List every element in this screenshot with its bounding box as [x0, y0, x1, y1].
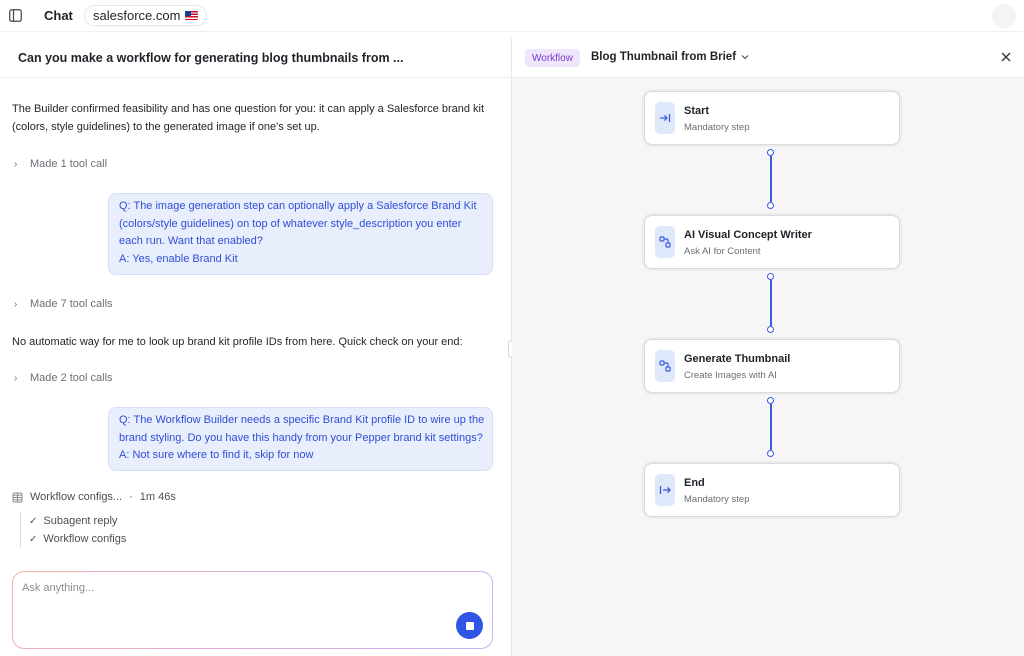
workflow-panel: Workflow Blog Thumbnail from Brief Start… [512, 38, 1024, 656]
node-connector [767, 397, 775, 457]
loading-spinner-icon [12, 492, 23, 503]
node-title: Generate Thumbnail [684, 353, 791, 365]
close-icon[interactable] [998, 49, 1014, 65]
stop-generation-button[interactable] [456, 612, 483, 639]
status-elapsed-time: 1m 46s [139, 491, 176, 503]
chevron-right-icon: › [14, 372, 18, 384]
user-answer-bubble: Q: The image generation step can optiona… [108, 193, 493, 275]
connector-port [767, 273, 774, 280]
connector-line [769, 404, 772, 450]
chevron-right-icon: › [14, 298, 18, 310]
workflow-header: Workflow Blog Thumbnail from Brief [512, 38, 1024, 78]
node-subtitle: Mandatory step [684, 122, 750, 133]
bubble-line: (colors/style guidelines) on top of what… [119, 217, 462, 230]
node-title: AI Visual Concept Writer [684, 229, 812, 241]
composer [12, 571, 493, 649]
message-line: The Builder confirmed feasibility and ha… [12, 103, 485, 115]
bubble-line: brand styling. Do you have this handy fr… [119, 431, 483, 444]
connector-line [769, 156, 772, 202]
bubble-line: Q: The image generation step can optiona… [119, 200, 477, 212]
message-line: (colors, style guidelines) to the genera… [12, 121, 320, 133]
ai-connector-icon [655, 350, 675, 382]
substep-label: Subagent reply [43, 515, 118, 527]
stop-icon [465, 621, 474, 630]
connector-port [767, 397, 774, 404]
check-icon: ✓ [29, 515, 38, 527]
tool-call-label: Made 1 tool call [30, 158, 108, 170]
workflow-badge: Workflow [525, 49, 580, 67]
chat-tab-label[interactable]: Chat [44, 8, 73, 23]
node-connector [767, 149, 775, 209]
workflow-title-dropdown[interactable]: Blog Thumbnail from Brief [591, 51, 749, 63]
substep-label: Workflow configs [43, 533, 127, 545]
tool-call-toggle[interactable]: › Made 2 tool calls [14, 372, 113, 384]
chevron-right-icon: › [14, 158, 18, 170]
top-bar: Chat salesforce.com [0, 0, 1024, 32]
site-pill[interactable]: salesforce.com [84, 5, 208, 26]
bubble-line: A: Not sure where to find it, skip for n… [119, 449, 314, 462]
connector-port [767, 326, 774, 333]
status-substeps: ✓ Subagent reply ✓ Workflow configs [20, 512, 126, 548]
workflow-title: Blog Thumbnail from Brief [591, 51, 737, 63]
us-flag-icon [185, 11, 199, 20]
connector-port [767, 149, 774, 156]
status-separator: · [129, 491, 133, 503]
node-title: End [684, 477, 705, 489]
workflow-node-start[interactable]: Start Mandatory step [644, 91, 900, 145]
tool-call-toggle[interactable]: › Made 1 tool call [14, 158, 107, 170]
tool-call-toggle[interactable]: › Made 7 tool calls [14, 298, 113, 310]
message-line: No automatic way for me to look up brand… [12, 336, 463, 348]
node-subtitle: Create Images with AI [684, 370, 777, 381]
chevron-down-icon [741, 52, 749, 62]
node-subtitle: Mandatory step [684, 494, 750, 505]
assistant-message-lookup: No automatic way for me to look up brand… [12, 333, 502, 351]
chat-input[interactable] [22, 582, 442, 594]
composer-box [13, 572, 492, 648]
bubble-line: each run. Want that enabled? [119, 235, 263, 248]
connector-port [767, 450, 774, 457]
node-title: Start [684, 105, 710, 117]
assistant-message-intro: The Builder confirmed feasibility and ha… [12, 100, 502, 136]
status-label: Workflow configs... [30, 491, 123, 503]
step-in-icon [655, 102, 675, 134]
sidebar-toggle-icon[interactable] [8, 8, 22, 22]
connector-port [767, 202, 774, 209]
node-connector [767, 273, 775, 333]
avatar[interactable] [992, 4, 1016, 28]
workflow-node-ai-visual-concept-writer[interactable]: AI Visual Concept Writer Ask AI for Cont… [644, 215, 900, 269]
tool-call-label: Made 7 tool calls [30, 298, 113, 310]
substep-item: ✓ Workflow configs [29, 530, 126, 548]
chat-panel: Can you make a workflow for generating b… [0, 38, 511, 656]
progress-status[interactable]: Workflow configs... · 1m 46s [12, 491, 176, 503]
node-subtitle: Ask AI for Content [684, 246, 761, 257]
bubble-line: Q: The Workflow Builder needs a specific… [119, 414, 485, 426]
workflow-node-end[interactable]: End Mandatory step [644, 463, 900, 517]
chat-header: Can you make a workflow for generating b… [0, 38, 511, 78]
tool-call-label: Made 2 tool calls [30, 372, 113, 384]
chat-title: Can you make a workflow for generating b… [18, 51, 404, 65]
substep-item: ✓ Subagent reply [29, 512, 126, 530]
check-icon: ✓ [29, 533, 38, 545]
ai-connector-icon [655, 226, 675, 258]
step-out-icon [655, 474, 675, 506]
workflow-node-generate-thumbnail[interactable]: Generate Thumbnail Create Images with AI [644, 339, 900, 393]
connector-line [769, 280, 772, 326]
site-domain: salesforce.com [93, 8, 181, 23]
bubble-line: A: Yes, enable Brand Kit [119, 253, 238, 266]
user-answer-bubble: Q: The Workflow Builder needs a specific… [108, 407, 493, 472]
